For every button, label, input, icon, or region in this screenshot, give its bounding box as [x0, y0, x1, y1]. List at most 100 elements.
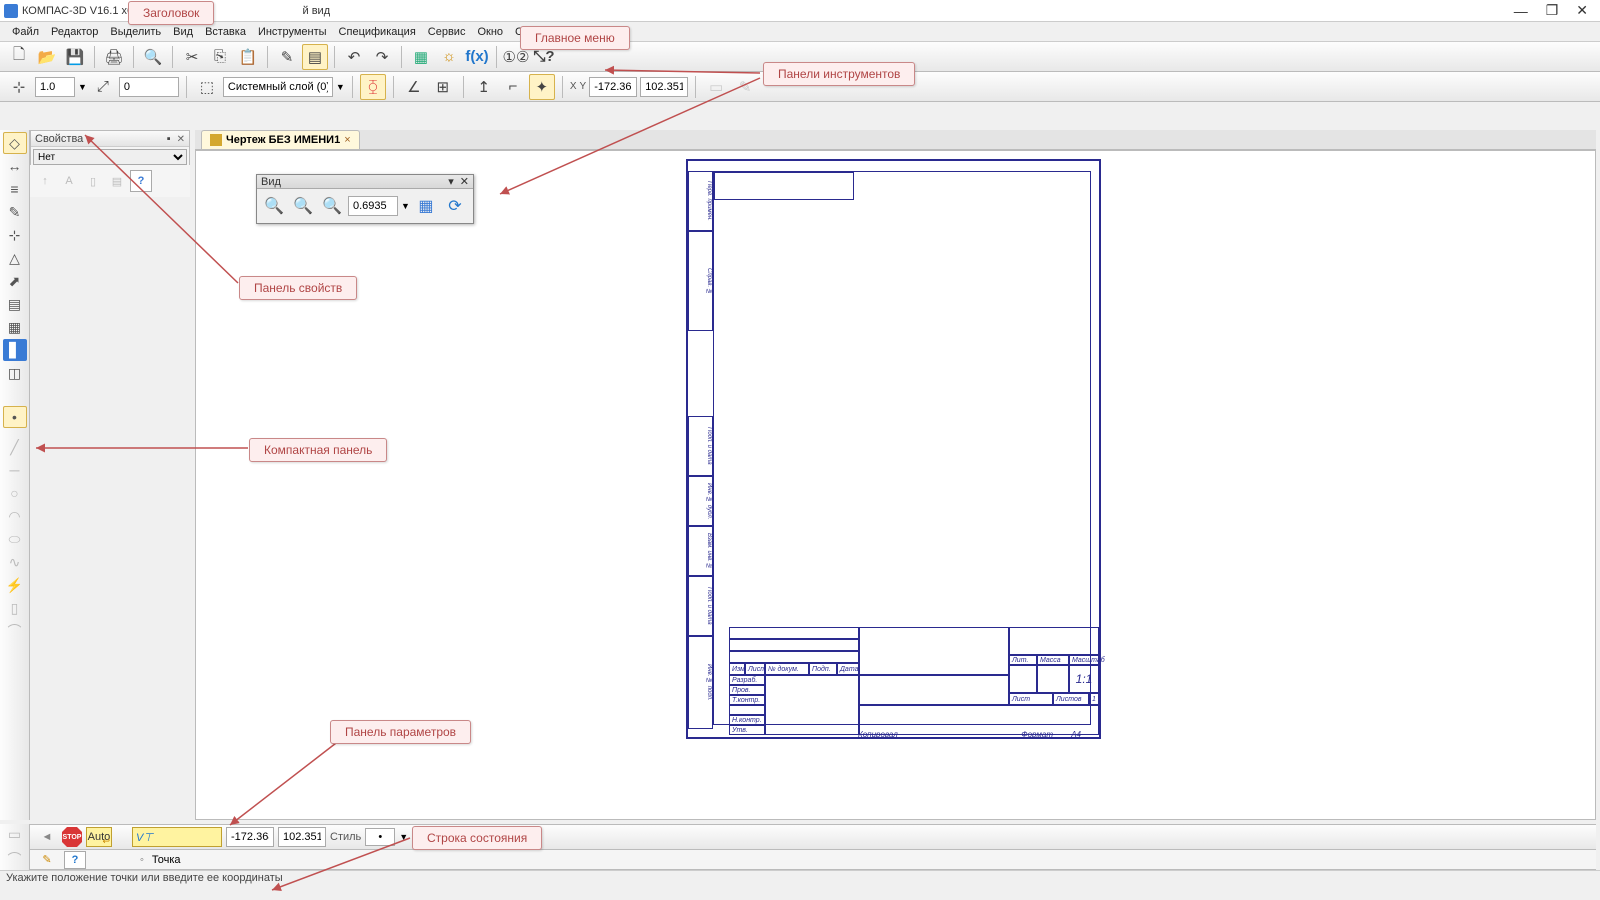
- properties-close-icon[interactable]: ✕: [177, 134, 185, 145]
- paste-button[interactable]: 📋: [235, 44, 261, 70]
- zoom-input[interactable]: [348, 196, 398, 216]
- menu-service[interactable]: Сервис: [422, 24, 472, 40]
- zoom-out-icon[interactable]: 🔍: [290, 193, 316, 219]
- insert-group-icon[interactable]: ▋: [3, 339, 27, 361]
- point-tool-icon[interactable]: •: [3, 406, 27, 428]
- snap-origin-button[interactable]: ⊹: [6, 74, 32, 100]
- print-button[interactable]: 🖨: [101, 44, 127, 70]
- menu-spec[interactable]: Спецификация: [333, 24, 422, 40]
- auto-button[interactable]: Auto↩: [86, 827, 112, 847]
- menu-file[interactable]: Файл: [6, 24, 45, 40]
- close-button[interactable]: ✕: [1576, 2, 1588, 19]
- style-dropdown[interactable]: •: [365, 828, 395, 846]
- step-input[interactable]: [119, 77, 179, 97]
- document-tab-label: Чертеж БЕЗ ИМЕНИ1: [226, 134, 340, 146]
- left-bottom-tools: ▭ ⌒: [0, 824, 30, 870]
- geometry-group-icon[interactable]: ◇: [3, 132, 27, 154]
- layer-select[interactable]: [223, 77, 333, 97]
- scale-input[interactable]: [35, 77, 75, 97]
- view-floating-window[interactable]: Вид ▾✕ 🔍 🔍 🔍 ▼ ▦ ⟳: [256, 174, 474, 224]
- stop-button[interactable]: STOP: [62, 827, 82, 847]
- menu-editor[interactable]: Редактор: [45, 24, 104, 40]
- bezier-tool-icon[interactable]: ⚡: [3, 574, 27, 596]
- zoom-region-icon[interactable]: 🔍: [319, 193, 345, 219]
- view-window-title: Вид: [261, 176, 281, 188]
- menu-insert[interactable]: Вставка: [199, 24, 252, 40]
- line-tool-icon[interactable]: ╱: [3, 436, 27, 458]
- dimensions-group-icon[interactable]: ↔: [3, 155, 27, 177]
- circle-tool-icon[interactable]: ○: [3, 482, 27, 504]
- new-button[interactable]: 🗋: [6, 44, 32, 70]
- help-icon[interactable]: ?: [64, 851, 86, 869]
- magnet-snap-button[interactable]: ⧲: [360, 74, 386, 100]
- params-group-icon[interactable]: ⊹: [3, 224, 27, 246]
- brush-icon[interactable]: ✎: [36, 851, 58, 869]
- maximize-button[interactable]: ❐: [1546, 2, 1559, 19]
- callout-title: Заголовок: [128, 1, 214, 25]
- round-button[interactable]: ✦: [529, 74, 555, 100]
- arc-bottom-icon[interactable]: ⌒: [3, 848, 27, 870]
- param-y-input[interactable]: [278, 827, 326, 847]
- views-group-icon[interactable]: ◫: [3, 362, 27, 384]
- ortho-button[interactable]: ⌐: [500, 74, 526, 100]
- fillet-tool-icon[interactable]: ⌒: [3, 620, 27, 642]
- spline-tool-icon[interactable]: ∿: [3, 551, 27, 573]
- zoom-in-icon[interactable]: 🔍: [261, 193, 287, 219]
- view-window-close-icon[interactable]: ✕: [460, 176, 469, 188]
- ellipse-tool-icon[interactable]: ⬭: [3, 528, 27, 550]
- prop-btn-2[interactable]: A: [58, 170, 80, 192]
- grid-button[interactable]: ⊞: [430, 74, 456, 100]
- menu-select[interactable]: Выделить: [104, 24, 167, 40]
- measure-group-icon[interactable]: △: [3, 247, 27, 269]
- parameters-bar: ◄ STOP Auto↩ V⊤ Стиль • ▼: [30, 824, 1596, 850]
- menu-view[interactable]: Вид: [167, 24, 199, 40]
- param-x-input[interactable]: [226, 827, 274, 847]
- document-tabs: Чертеж БЕЗ ИМЕНИ1 ×: [195, 130, 1596, 150]
- step-button[interactable]: ⤢: [90, 74, 116, 100]
- copy-button[interactable]: ⎘: [207, 44, 233, 70]
- fx-button[interactable]: f(x): [464, 44, 490, 70]
- format-button[interactable]: ▤: [302, 44, 328, 70]
- rect-tool-icon[interactable]: ▯: [3, 597, 27, 619]
- refresh-icon[interactable]: ⟳: [442, 193, 468, 219]
- rect-bottom-icon[interactable]: ▭: [3, 824, 27, 844]
- prop-btn-4[interactable]: ▤: [106, 170, 128, 192]
- variables-button[interactable]: ☼: [436, 44, 462, 70]
- prop-help-button[interactable]: ?: [130, 170, 152, 192]
- spec-group-icon[interactable]: ▤: [3, 293, 27, 315]
- style-label: Стиль: [330, 831, 361, 843]
- angle-snap-button[interactable]: ∠: [401, 74, 427, 100]
- minimize-button[interactable]: —: [1514, 3, 1528, 19]
- document-tab[interactable]: Чертеж БЕЗ ИМЕНИ1 ×: [201, 130, 360, 149]
- prev-icon[interactable]: ◄: [36, 828, 58, 846]
- preview-button[interactable]: 🔍: [140, 44, 166, 70]
- compact-panel: ◇ ↔ ≡ ✎ ⊹ △ ⬈ ▤ ▦ ▋ ◫ • ╱ ─ ○ ◠ ⬭ ∿ ⚡ ▯ …: [0, 130, 30, 820]
- edit-button[interactable]: ✎: [732, 74, 758, 100]
- menu-window[interactable]: Окно: [471, 24, 509, 40]
- select-group-icon[interactable]: ⬈: [3, 270, 27, 292]
- cut-button[interactable]: ✂: [179, 44, 205, 70]
- segment-tool-icon[interactable]: ─: [3, 459, 27, 481]
- arc-tool-icon[interactable]: ◠: [3, 505, 27, 527]
- annotations-group-icon[interactable]: ≡: [3, 178, 27, 200]
- properties-select[interactable]: Нет: [33, 149, 187, 165]
- local-cs-button[interactable]: ↥: [471, 74, 497, 100]
- menu-tools[interactable]: Инструменты: [252, 24, 333, 40]
- prop-btn-1[interactable]: ↑: [34, 170, 56, 192]
- edit-group-icon[interactable]: ✎: [3, 201, 27, 223]
- prop-btn-3[interactable]: ▯: [82, 170, 104, 192]
- drawing-sheet: Перв. примен. Справ. № Подп. и дата Инв.…: [686, 159, 1101, 739]
- reports-group-icon[interactable]: ▦: [3, 316, 27, 338]
- status-tab-bar: ✎ ? ◦ Точка: [30, 850, 1596, 870]
- zoom-fit-icon[interactable]: ▦: [413, 193, 439, 219]
- layers-icon[interactable]: ⬚: [194, 74, 220, 100]
- save-button[interactable]: 💾: [62, 44, 88, 70]
- tab-close-icon[interactable]: ×: [344, 134, 350, 146]
- window-title: КОМПАС-3D V16.1 x64 - Ч й вид: [22, 5, 1514, 17]
- redo-button[interactable]: ↷: [369, 44, 395, 70]
- ruler-button[interactable]: ▭: [703, 74, 729, 100]
- undo-button[interactable]: ↶: [341, 44, 367, 70]
- properties-button[interactable]: ✎: [274, 44, 300, 70]
- open-button[interactable]: 📂: [34, 44, 60, 70]
- library-manager-button[interactable]: ▦: [408, 44, 434, 70]
